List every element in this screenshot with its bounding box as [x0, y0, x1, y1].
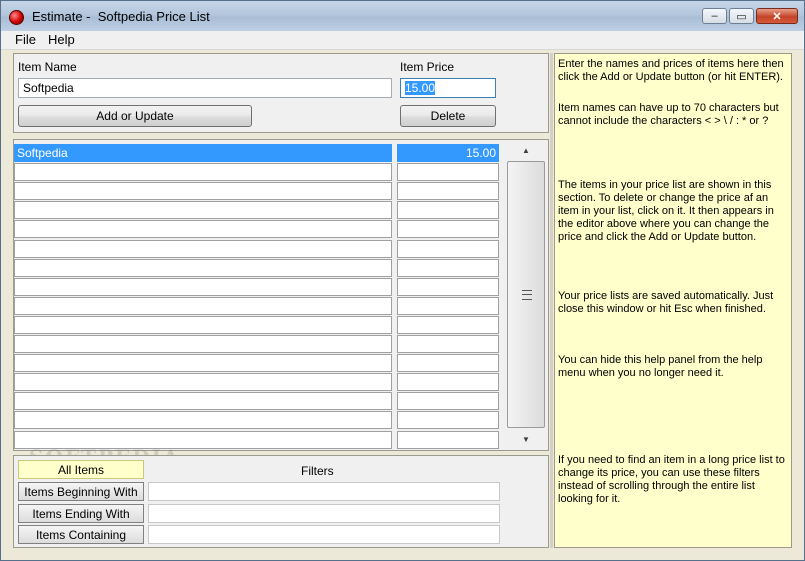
- help-text-names: Item names can have up to 70 characters …: [558, 102, 779, 127]
- ending-with-button[interactable]: Items Ending With: [18, 504, 144, 523]
- ending-with-input[interactable]: [148, 504, 500, 523]
- list-item-price[interactable]: [397, 258, 499, 277]
- containing-button[interactable]: Items Containing: [18, 525, 144, 544]
- list-item-name[interactable]: [14, 315, 392, 334]
- editor-panel: Item Name Softpedia Item Price 15.00 Add…: [13, 53, 549, 133]
- list-item-name[interactable]: Softpedia: [14, 144, 392, 162]
- item-name-label: Item Name: [18, 60, 77, 74]
- list-item-name[interactable]: [14, 182, 392, 201]
- scroll-down-arrow-icon[interactable]: ▼: [505, 432, 547, 448]
- item-name-input[interactable]: Softpedia: [18, 78, 392, 98]
- list-scrollbar[interactable]: ▲ ▼: [505, 143, 547, 448]
- app-icon[interactable]: [9, 10, 24, 25]
- grip-icon: [522, 290, 532, 300]
- list-item-price[interactable]: [397, 373, 499, 392]
- list-item-price[interactable]: [397, 354, 499, 373]
- window-title: Estimate - Softpedia Price List: [32, 9, 210, 24]
- help-text-filters: If you need to find an item in a long pr…: [558, 454, 785, 505]
- list-item-price[interactable]: [397, 411, 499, 430]
- list-item-name[interactable]: [14, 258, 392, 277]
- menu-bar: File Help: [1, 31, 804, 50]
- scroll-up-arrow-icon[interactable]: ▲: [505, 143, 547, 159]
- app-window: Estimate - Softpedia Price List – ▭ ✕ Fi…: [0, 0, 805, 561]
- list-item-name[interactable]: [14, 335, 392, 353]
- menu-file[interactable]: File: [15, 32, 36, 47]
- list-item-name[interactable]: [14, 392, 392, 411]
- list-item-price[interactable]: [397, 277, 499, 296]
- list-item-name[interactable]: [14, 296, 392, 315]
- list-item-price[interactable]: [397, 220, 499, 239]
- list-item-name[interactable]: [14, 220, 392, 239]
- list-item-price[interactable]: [397, 315, 499, 334]
- beginning-with-input[interactable]: [148, 482, 500, 501]
- title-bar[interactable]: Estimate - Softpedia Price List – ▭ ✕: [1, 1, 804, 31]
- list-item-price[interactable]: [397, 430, 499, 449]
- list-item-price[interactable]: [397, 392, 499, 411]
- filter-panel: All Items Filters Items Beginning With I…: [13, 455, 549, 548]
- help-text-list: The items in your price list are shown i…: [558, 179, 774, 243]
- beginning-with-button[interactable]: Items Beginning With: [18, 482, 144, 501]
- list-item-price[interactable]: [397, 182, 499, 201]
- list-item-name[interactable]: [14, 411, 392, 430]
- list-item-price[interactable]: [397, 163, 499, 182]
- help-panel: Enter the names and prices of items here…: [554, 53, 792, 548]
- menu-help[interactable]: Help: [48, 32, 75, 47]
- filters-title: Filters: [301, 464, 334, 478]
- maximize-button[interactable]: ▭: [729, 8, 754, 24]
- list-item-price[interactable]: 15.00: [397, 144, 499, 162]
- list-item-name[interactable]: [14, 163, 392, 182]
- list-item-name[interactable]: [14, 354, 392, 373]
- help-text-hide: You can hide this help panel from the he…: [558, 354, 763, 379]
- item-price-label: Item Price: [400, 60, 455, 74]
- list-item-name[interactable]: [14, 277, 392, 296]
- item-price-input[interactable]: 15.00: [400, 78, 496, 98]
- list-item-price[interactable]: [397, 239, 499, 258]
- list-item-price[interactable]: [397, 201, 499, 220]
- minimize-button[interactable]: –: [702, 8, 727, 24]
- item-price-value: 15.00: [405, 81, 436, 95]
- add-update-button[interactable]: Add or Update: [18, 105, 252, 127]
- list-item-price[interactable]: [397, 335, 499, 353]
- containing-input[interactable]: [148, 525, 500, 544]
- list-item-name[interactable]: [14, 373, 392, 392]
- scroll-thumb[interactable]: [507, 161, 545, 428]
- list-item-name[interactable]: [14, 239, 392, 258]
- list-item-price[interactable]: [397, 296, 499, 315]
- close-button[interactable]: ✕: [756, 8, 798, 24]
- help-text-saving: Your price lists are saved automatically…: [558, 290, 774, 315]
- panel-splitter[interactable]: [550, 53, 553, 548]
- all-items-button[interactable]: All Items: [18, 460, 144, 479]
- list-item-name[interactable]: [14, 201, 392, 220]
- delete-button[interactable]: Delete: [400, 105, 496, 127]
- help-text-editor: Enter the names and prices of items here…: [558, 58, 784, 83]
